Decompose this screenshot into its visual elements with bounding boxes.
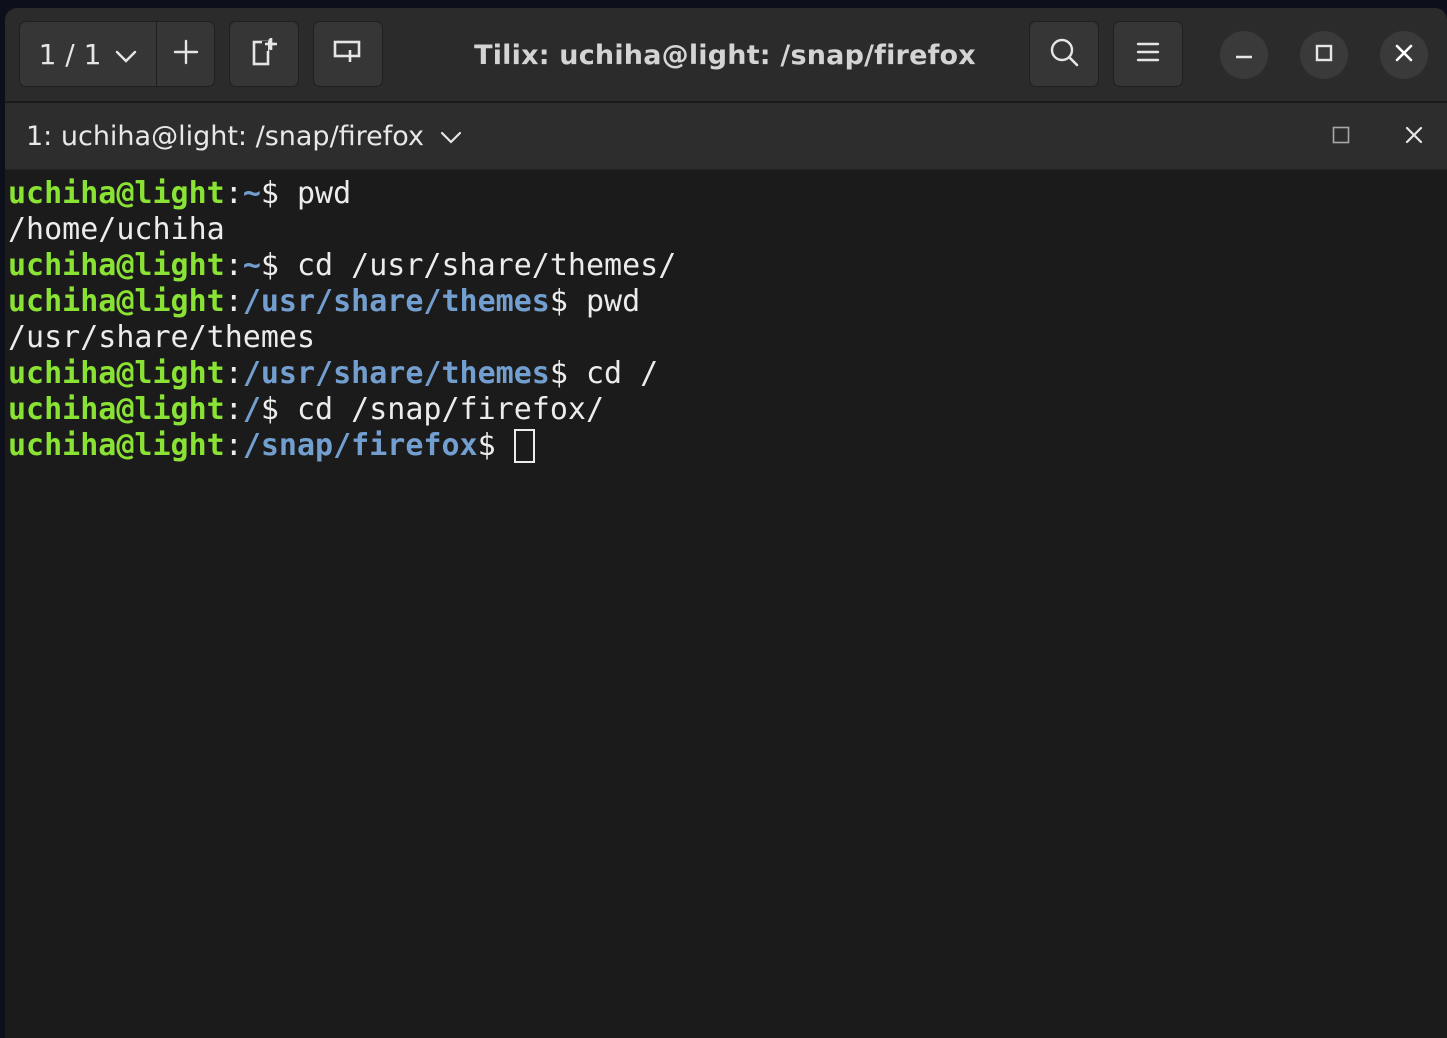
terminal-output-line: /usr/share/themes bbox=[8, 320, 1447, 356]
prompt-user-host: uchiha@light bbox=[8, 428, 225, 463]
prompt-path: / bbox=[242, 392, 261, 427]
close-icon bbox=[1404, 125, 1424, 150]
add-session-button[interactable] bbox=[157, 22, 214, 86]
prompt-command: pwd bbox=[278, 176, 352, 211]
prompt-path: /snap/firefox bbox=[242, 428, 478, 463]
terminal-prompt-line: uchiha@light:/usr/share/themes $ pwd bbox=[8, 284, 1447, 320]
prompt-user-host: uchiha@light bbox=[8, 176, 225, 211]
prompt-path: /usr/share/themes bbox=[242, 284, 550, 319]
search-icon bbox=[1049, 37, 1079, 72]
chevron-down-icon bbox=[115, 38, 137, 71]
terminal-prompt-line: uchiha@light:/snap/firefox $ bbox=[8, 428, 1447, 464]
terminal-prompt-line: uchiha@light: ~ $ cd /usr/share/themes/ bbox=[8, 248, 1447, 284]
prompt-user-host: uchiha@light bbox=[8, 248, 225, 283]
add-terminal-down-button[interactable] bbox=[313, 21, 383, 87]
prompt-dollar: $ bbox=[260, 248, 279, 283]
prompt-command: cd / bbox=[567, 356, 659, 391]
prompt-path: /usr/share/themes bbox=[242, 356, 550, 391]
prompt-command: cd /usr/share/themes/ bbox=[278, 248, 677, 283]
prompt-user-host: uchiha@light bbox=[8, 356, 225, 391]
terminal-view[interactable]: uchiha@light: ~ $ pwd/home/uchiha uchiha@li… bbox=[5, 171, 1447, 1038]
terminal-prompt-line: uchiha@light:/usr/share/themes $ cd / bbox=[8, 356, 1447, 392]
close-icon bbox=[1394, 43, 1414, 68]
tilix-window: 1 / 1 Tilix: uchiha@light: /snap/firefox… bbox=[5, 8, 1447, 1038]
minimize-icon bbox=[1234, 43, 1254, 68]
prompt-dollar: $ bbox=[549, 356, 568, 391]
session-switcher-button[interactable]: 1 / 1 bbox=[20, 22, 157, 86]
prompt-command: cd /snap/firefox/ bbox=[278, 392, 605, 427]
terminal-maximize-button[interactable] bbox=[1321, 117, 1361, 157]
plus-icon bbox=[173, 39, 199, 70]
prompt-path: ~ bbox=[242, 176, 261, 211]
prompt-user-host: uchiha@light bbox=[8, 284, 225, 319]
terminal-title-bar: 1: uchiha@light: /snap/firefox bbox=[5, 103, 1447, 170]
prompt-separator: : bbox=[224, 428, 243, 463]
search-button[interactable] bbox=[1029, 21, 1099, 87]
session-label: 1 / 1 bbox=[38, 37, 102, 71]
terminal-title: 1: uchiha@light: /snap/firefox bbox=[26, 121, 424, 152]
terminal-close-button[interactable] bbox=[1394, 117, 1434, 157]
close-button[interactable] bbox=[1380, 31, 1428, 79]
prompt-dollar: $ bbox=[260, 392, 279, 427]
hamburger-icon bbox=[1136, 41, 1160, 68]
minimize-button[interactable] bbox=[1220, 31, 1268, 79]
output-text: /usr/share/themes bbox=[8, 320, 316, 355]
terminal-title-button[interactable]: 1: uchiha@light: /snap/firefox bbox=[26, 103, 462, 170]
prompt-separator: : bbox=[224, 284, 243, 319]
prompt-separator: : bbox=[224, 392, 243, 427]
prompt-separator: : bbox=[224, 248, 243, 283]
prompt-separator: : bbox=[224, 176, 243, 211]
prompt-path: ~ bbox=[242, 248, 261, 283]
prompt-user-host: uchiha@light bbox=[8, 392, 225, 427]
output-text: /home/uchiha bbox=[8, 212, 225, 247]
terminal-prompt-line: uchiha@light: / $ cd /snap/firefox/ bbox=[8, 392, 1447, 428]
split-right-icon bbox=[251, 37, 277, 72]
terminal-output-line: /home/uchiha bbox=[8, 212, 1447, 248]
menu-button[interactable] bbox=[1113, 21, 1183, 87]
maximize-icon bbox=[1314, 43, 1334, 68]
add-terminal-right-button[interactable] bbox=[229, 21, 299, 87]
session-button-group: 1 / 1 bbox=[19, 21, 215, 87]
prompt-dollar: $ bbox=[549, 284, 568, 319]
prompt-command: pwd bbox=[567, 284, 641, 319]
header-bar: 1 / 1 Tilix: uchiha@light: /snap/firefox bbox=[5, 8, 1447, 102]
terminal-cursor bbox=[513, 429, 535, 463]
prompt-dollar: $ bbox=[260, 176, 279, 211]
chevron-down-icon bbox=[440, 121, 462, 152]
maximize-icon bbox=[1332, 126, 1350, 149]
maximize-button[interactable] bbox=[1300, 31, 1348, 79]
window-title: Tilix: uchiha@light: /snap/firefox bbox=[474, 39, 976, 71]
prompt-dollar: $ bbox=[477, 428, 496, 463]
prompt-separator: : bbox=[224, 356, 243, 391]
split-down-icon bbox=[332, 39, 364, 70]
terminal-prompt-line: uchiha@light: ~ $ pwd bbox=[8, 176, 1447, 212]
